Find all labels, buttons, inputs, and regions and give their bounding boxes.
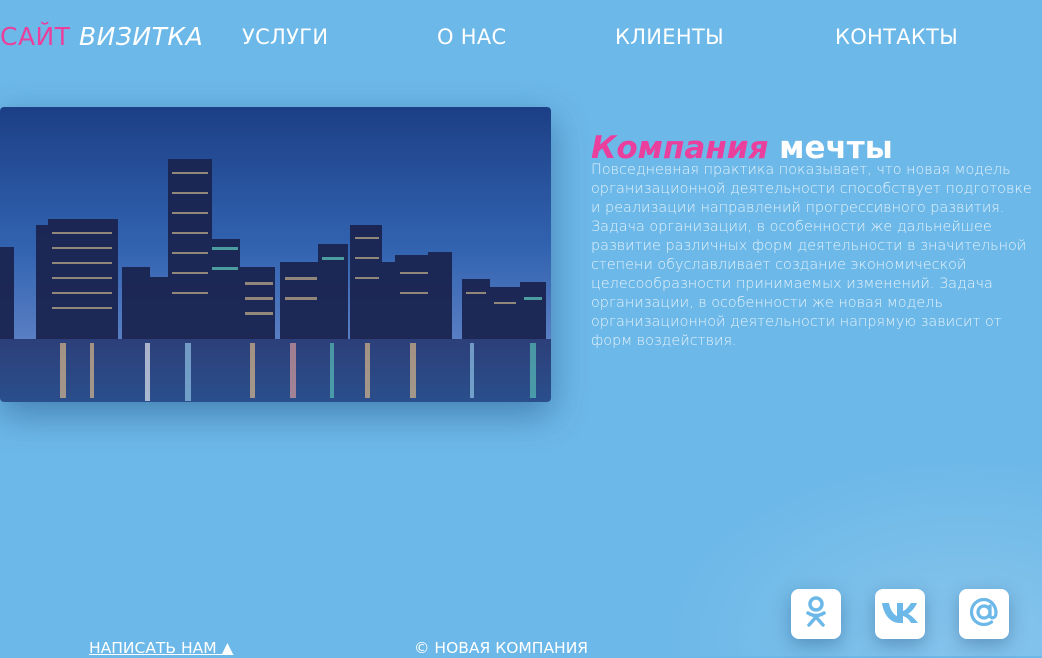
site-logo[interactable]: САЙТ ВИЗИТКА — [0, 22, 203, 52]
logo-part-card: ВИЗИТКА — [78, 22, 204, 51]
city-skyline-image — [0, 107, 551, 402]
copyright-text: © НОВАЯ КОМПАНИЯ — [414, 639, 589, 657]
headline-rest: мечты — [779, 129, 893, 166]
write-us-link[interactable]: НАПИСАТЬ НАМ ▲ — [89, 638, 233, 658]
mail-button[interactable] — [959, 589, 1009, 639]
nav-item-contacts[interactable]: КОНТАКТЫ — [835, 24, 958, 50]
headline-accent: Компания — [591, 129, 769, 166]
mail-at-icon — [968, 596, 1000, 632]
vk-button[interactable] — [875, 589, 925, 639]
nav-item-clients[interactable]: КЛИЕНТЫ — [615, 24, 724, 50]
top-navigation-bar: САЙТ ВИЗИТКА УСЛУГИ О НАС КЛИЕНТЫ КОНТАК… — [0, 0, 1042, 74]
logo-part-site: САЙТ — [0, 22, 71, 51]
company-description: Повседневная практика показывает, что но… — [591, 162, 1032, 350]
nav-item-about[interactable]: О НАС — [437, 24, 507, 50]
vk-icon — [880, 600, 920, 628]
odnoklassniki-icon — [803, 596, 829, 632]
nav-item-services[interactable]: УСЛУГИ — [242, 24, 328, 50]
odnoklassniki-button[interactable] — [791, 589, 841, 639]
